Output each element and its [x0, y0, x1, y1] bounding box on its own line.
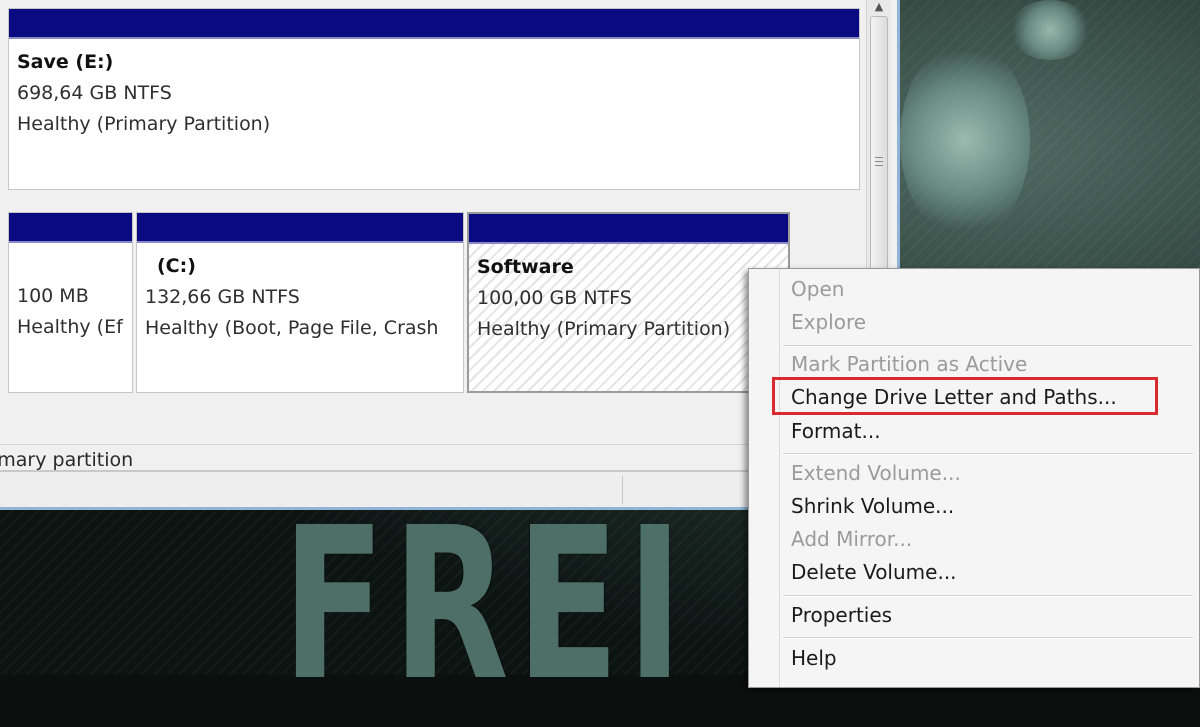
menu-item-help[interactable]: Help	[791, 643, 837, 673]
volume-status: Healthy (Primary Partition)	[17, 113, 271, 135]
menu-item-shrink-volume[interactable]: Shrink Volume...	[791, 491, 954, 521]
volume-header-bar	[469, 214, 788, 244]
partition-legend: imary partition	[0, 444, 866, 471]
volume-size: 100 MB	[17, 285, 89, 307]
wallpaper-face-graphic	[900, 40, 1030, 240]
volume-size: 132,66 GB NTFS	[145, 286, 300, 308]
menu-item-extend-volume[interactable]: Extend Volume...	[791, 458, 961, 488]
volume-header-bar	[137, 213, 463, 243]
volume-save-e[interactable]: Save (E:) 698,64 GB NTFS Healthy (Primar…	[8, 8, 860, 190]
status-bar-divider	[622, 476, 623, 504]
volume-name: Save (E:)	[17, 51, 114, 73]
volume-name: (C:)	[157, 255, 196, 277]
menu-separator	[783, 453, 1193, 455]
menu-separator	[783, 637, 1193, 639]
menu-separator	[783, 595, 1193, 597]
menu-item-properties[interactable]: Properties	[791, 600, 892, 630]
volume-size: 100,00 GB NTFS	[477, 287, 632, 309]
volume-status: Healthy (Ef	[17, 316, 123, 338]
volume-system-reserved[interactable]: 100 MB Healthy (Ef	[8, 212, 133, 393]
volume-header-bar	[9, 213, 132, 243]
scrollbar-grip-icon	[875, 157, 883, 169]
wallpaper-text: FREI	[282, 482, 691, 727]
wallpaper-splash-graphic	[1010, 0, 1090, 60]
volume-header-bar	[9, 9, 859, 39]
volume-name: Software	[477, 256, 574, 278]
context-menu: Open Explore Mark Partition as Active Ch…	[748, 268, 1200, 688]
volume-status: Healthy (Boot, Page File, Crash	[145, 317, 439, 339]
volume-size: 698,64 GB NTFS	[17, 82, 172, 104]
menu-item-add-mirror[interactable]: Add Mirror...	[791, 524, 912, 554]
menu-item-explore[interactable]: Explore	[791, 307, 866, 337]
volume-c-drive[interactable]: (C:) 132,66 GB NTFS Healthy (Boot, Page …	[136, 212, 464, 393]
menu-item-format[interactable]: Format...	[791, 416, 881, 446]
menu-item-delete-volume[interactable]: Delete Volume...	[791, 557, 957, 587]
highlight-annotation-box	[772, 377, 1158, 415]
legend-primary-partition: imary partition	[0, 449, 134, 471]
disk-row-1: Save (E:) 698,64 GB NTFS Healthy (Primar…	[0, 0, 866, 190]
volume-software[interactable]: Software 100,00 GB NTFS Healthy (Primary…	[467, 212, 790, 393]
disk-row-0: 100 MB Healthy (Ef (C:) 132,66 GB NTFS H…	[0, 198, 866, 393]
menu-item-open[interactable]: Open	[791, 274, 844, 304]
menu-separator	[783, 345, 1193, 347]
menu-item-mark-partition-active[interactable]: Mark Partition as Active	[791, 349, 1027, 379]
scroll-up-arrow-icon[interactable]: ▲	[867, 0, 891, 14]
volume-status: Healthy (Primary Partition)	[477, 318, 731, 340]
